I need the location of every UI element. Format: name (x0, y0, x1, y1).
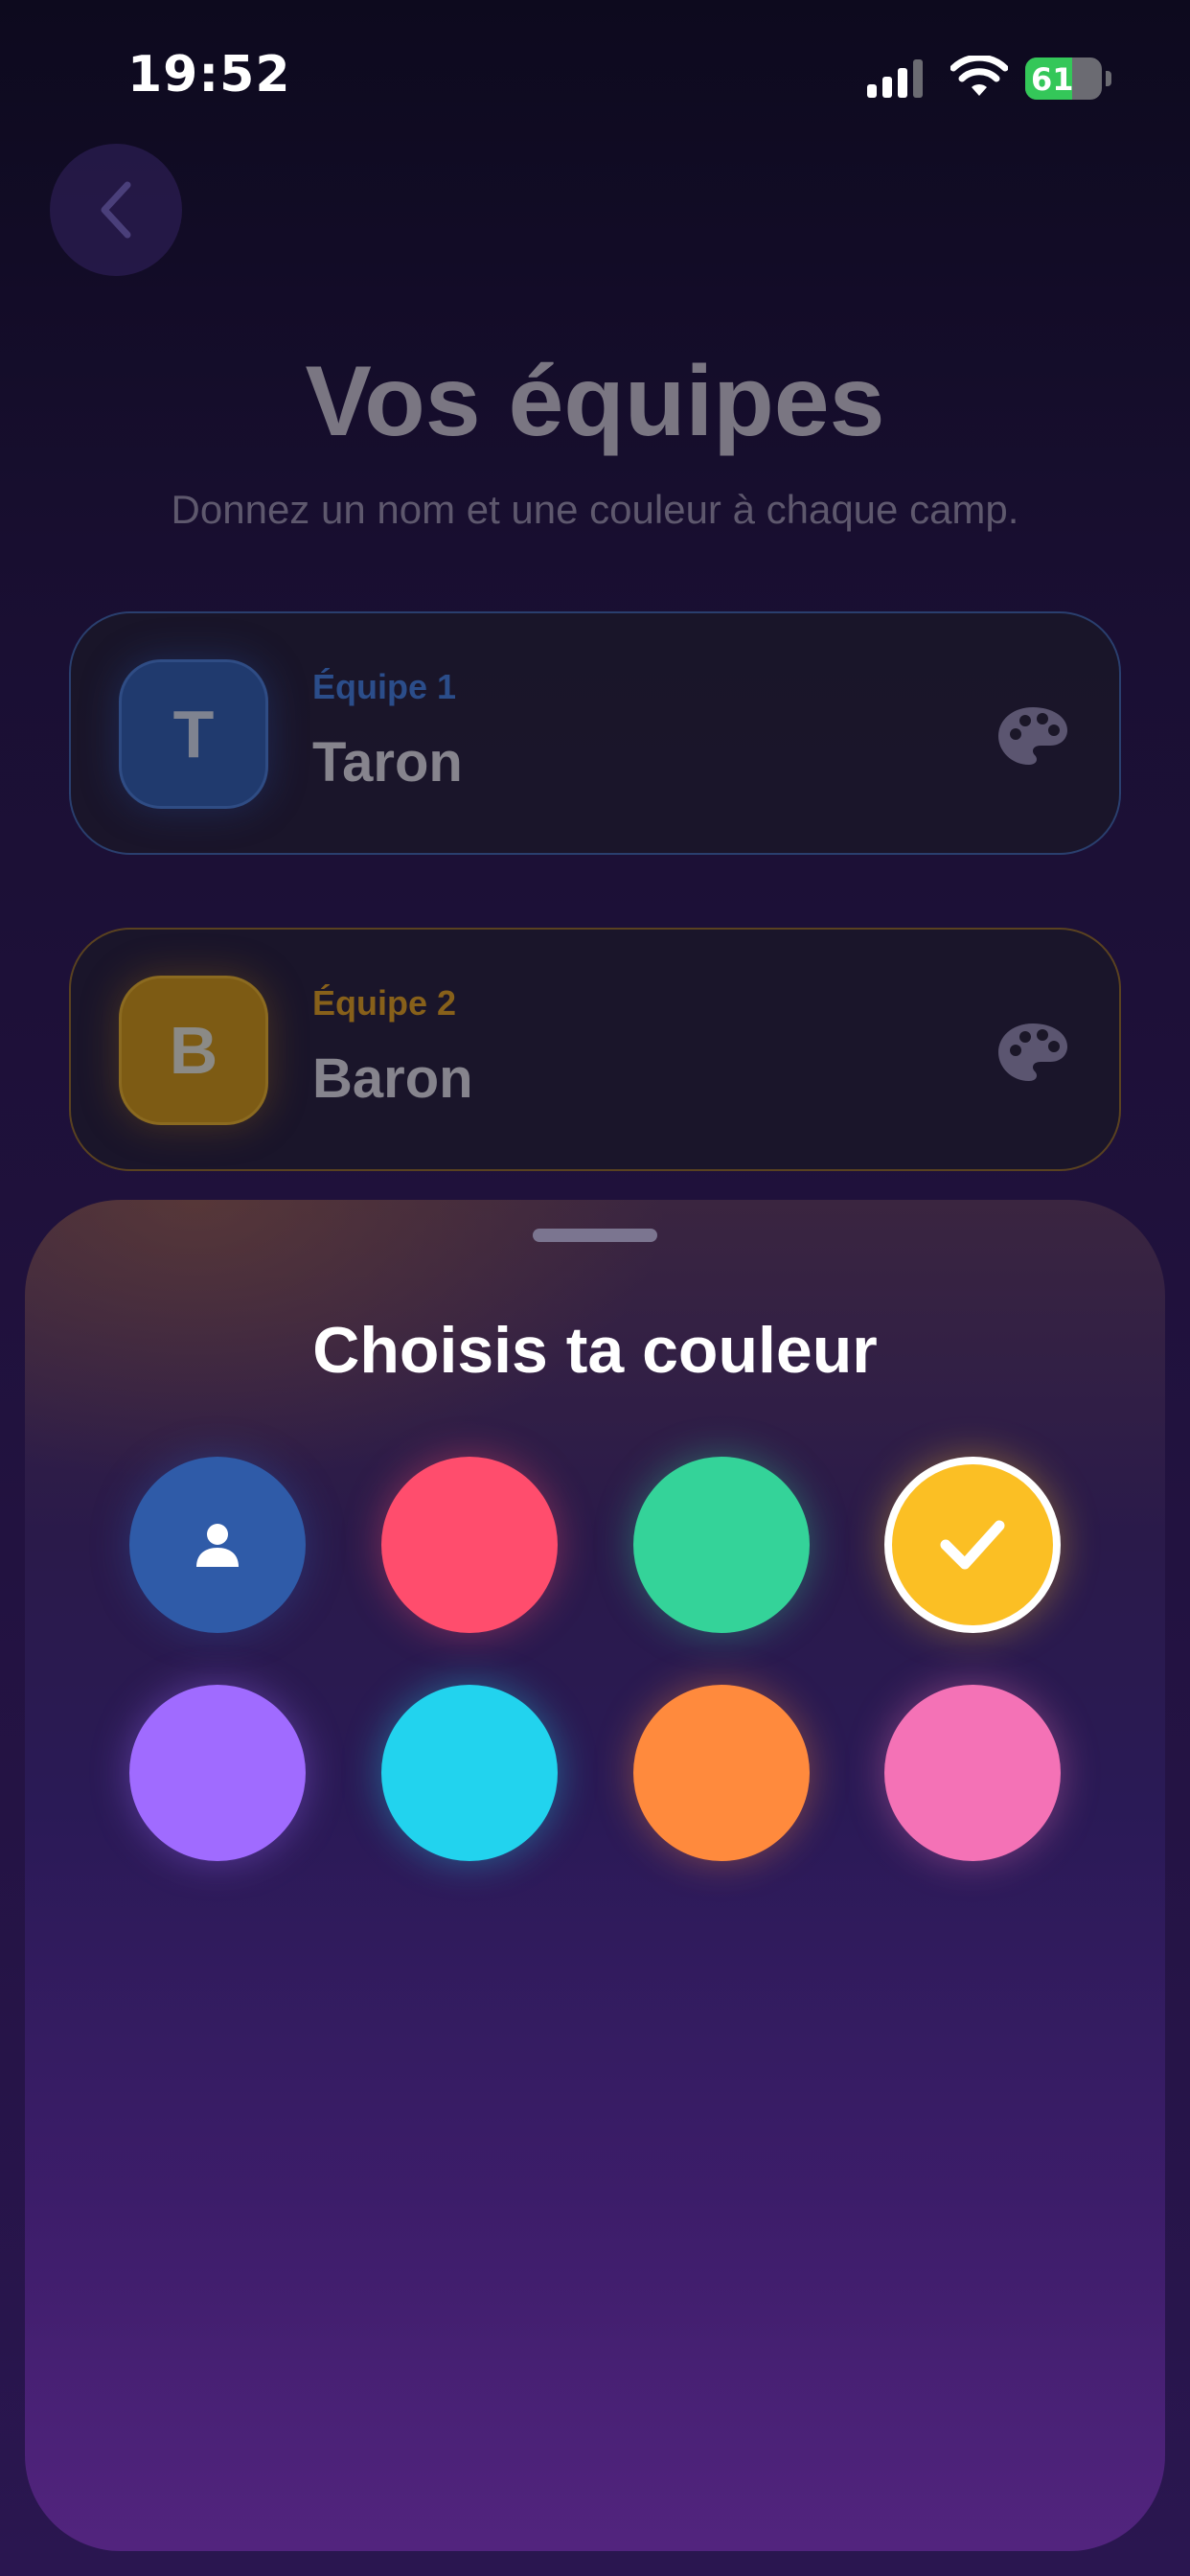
color-swatch-blue[interactable] (129, 1457, 306, 1633)
color-picker-sheet: Choisis ta couleur (25, 1200, 1165, 2551)
color-swatch-green[interactable] (633, 1457, 810, 1633)
person-icon (196, 1524, 239, 1567)
team-name-field[interactable]: Taron (312, 730, 463, 794)
team-card-1[interactable]: T Équipe 1 Taron (69, 611, 1121, 855)
chevron-left-icon (101, 181, 131, 239)
status-time: 19:52 (127, 46, 291, 104)
back-button[interactable] (50, 144, 182, 276)
color-swatch-yellow[interactable] (884, 1457, 1061, 1633)
team-setup-screen: 19:52 61 Vos équipes Donnez un nom et un… (0, 0, 1190, 2576)
checkmark-icon (940, 1520, 1005, 1570)
palette-icon[interactable] (996, 1022, 1069, 1083)
page-title: Vos équipes (305, 346, 885, 457)
team-name-field[interactable]: Baron (312, 1046, 473, 1111)
team-label: Équipe 2 (312, 983, 457, 1023)
sheet-drag-handle[interactable] (533, 1229, 657, 1242)
team-avatar: T (119, 659, 268, 809)
palette-icon[interactable] (996, 705, 1069, 767)
page-subtitle: Donnez un nom et une couleur à chaque ca… (171, 487, 1019, 532)
color-swatch-red[interactable] (381, 1457, 558, 1633)
team-card-2[interactable]: B Équipe 2 Baron (69, 928, 1121, 1171)
color-swatch-cyan[interactable] (381, 1685, 558, 1861)
team-avatar: B (119, 976, 268, 1125)
color-swatch-orange[interactable] (633, 1685, 810, 1861)
color-swatch-pink[interactable] (884, 1685, 1061, 1861)
signal-icon (867, 59, 923, 98)
sheet-title: Choisis ta couleur (312, 1314, 878, 1387)
wifi-icon (950, 56, 1008, 96)
color-swatch-purple[interactable] (129, 1685, 306, 1861)
battery-icon: 61 (1025, 58, 1111, 100)
team-label: Équipe 1 (312, 667, 457, 706)
status-bar: 19:52 61 (0, 0, 1190, 144)
battery-level: 61 (1031, 61, 1074, 98)
